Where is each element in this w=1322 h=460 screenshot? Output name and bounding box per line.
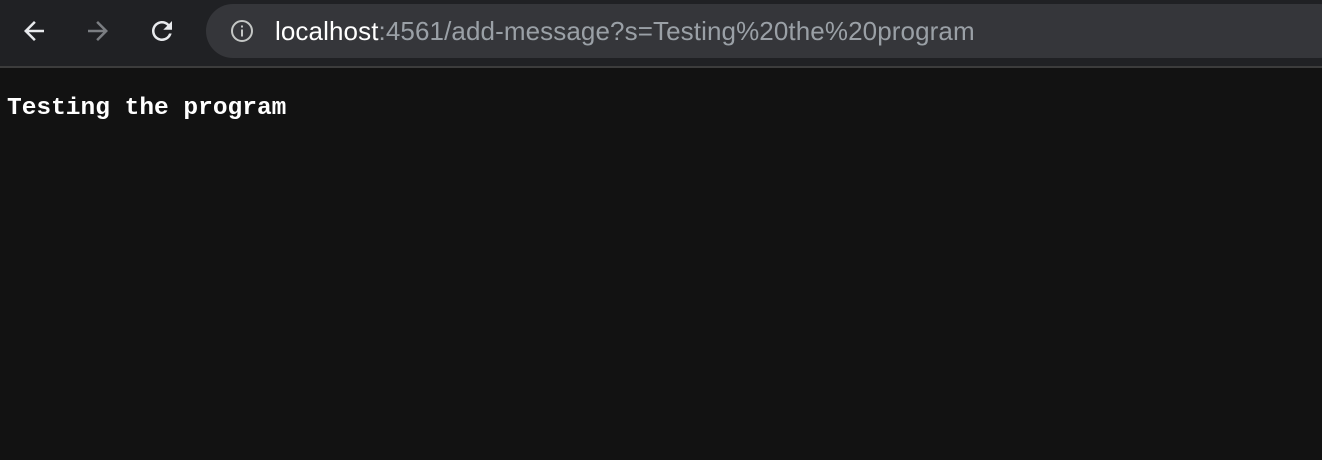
arrow-left-icon — [24, 21, 44, 41]
url-path: :4561/add-message?s=Testing%20the%20prog… — [378, 16, 975, 46]
browser-toolbar: localhost:4561/add-message?s=Testing%20t… — [0, 0, 1322, 68]
address-bar[interactable]: localhost:4561/add-message?s=Testing%20t… — [206, 4, 1322, 58]
arrow-right-icon — [88, 21, 108, 41]
reload-button[interactable] — [142, 11, 182, 51]
url-text[interactable]: localhost:4561/add-message?s=Testing%20t… — [275, 4, 975, 58]
message-text: Testing the program — [7, 95, 287, 122]
info-icon[interactable] — [230, 19, 254, 43]
page-content: Testing the program — [0, 68, 1322, 460]
url-host: localhost — [275, 16, 379, 46]
forward-button[interactable] — [78, 11, 118, 51]
reload-icon — [152, 21, 172, 41]
back-button[interactable] — [14, 11, 54, 51]
